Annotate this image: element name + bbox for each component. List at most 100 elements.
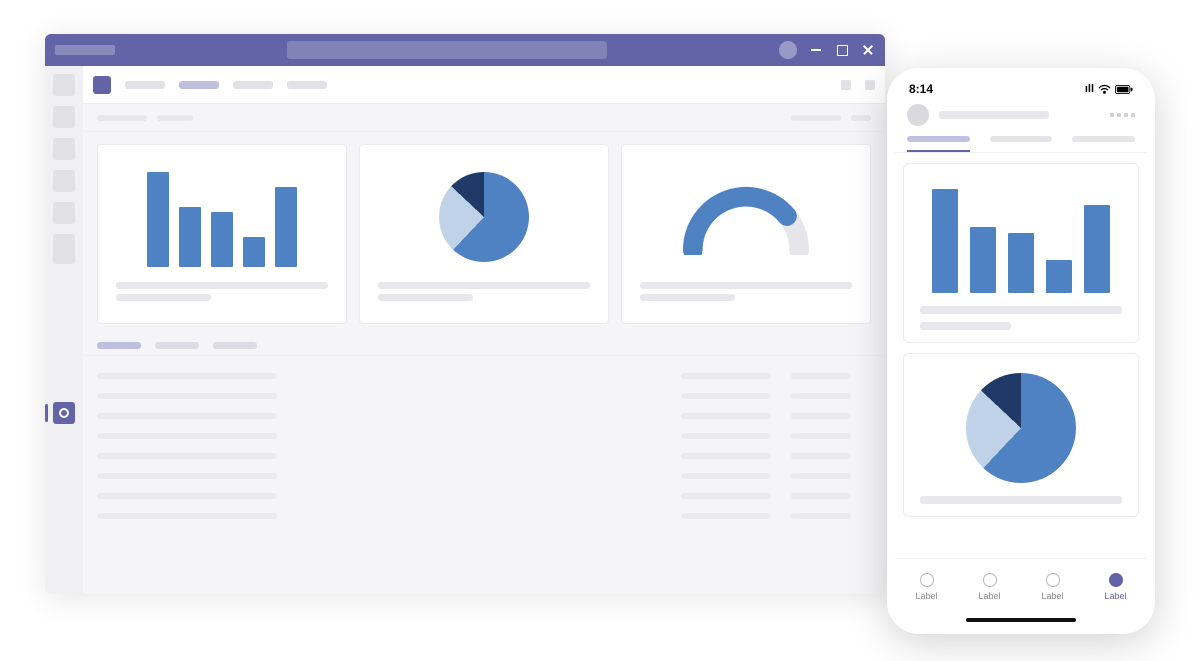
rail-item[interactable] — [53, 234, 75, 264]
close-button[interactable] — [861, 43, 875, 57]
bar-chart — [147, 167, 297, 267]
table-cell — [681, 453, 771, 459]
mobile-card-pie — [903, 353, 1139, 517]
header-action[interactable] — [841, 80, 851, 90]
nav-icon — [920, 573, 934, 587]
breadcrumb-item[interactable] — [157, 115, 193, 121]
rail-item[interactable] — [53, 202, 75, 224]
table-cell — [681, 493, 771, 499]
table-cell — [97, 373, 277, 379]
gauge-chart — [676, 180, 816, 255]
nav-item[interactable]: Label — [1041, 573, 1063, 601]
mobile-tab[interactable] — [990, 136, 1053, 152]
mobile-scroll-area[interactable] — [895, 153, 1147, 558]
minimize-button[interactable] — [809, 43, 823, 57]
card-gauge-chart — [621, 144, 871, 324]
toolbar-action[interactable] — [791, 115, 841, 121]
tab[interactable] — [233, 81, 273, 89]
card-pie-chart — [359, 144, 609, 324]
cards-row — [83, 132, 885, 336]
table-cell — [97, 453, 277, 459]
table-cell — [791, 413, 851, 419]
card-caption-line — [116, 282, 328, 289]
app-icon — [93, 76, 111, 94]
pie-chart — [439, 172, 529, 262]
table-cell — [681, 413, 771, 419]
more-grid-icon[interactable] — [1110, 113, 1135, 117]
table-cell — [681, 513, 771, 519]
card-bar-chart — [97, 144, 347, 324]
card-caption-line — [378, 282, 590, 289]
tab[interactable] — [287, 81, 327, 89]
breadcrumb-item[interactable] — [97, 115, 147, 121]
nav-label: Label — [1104, 591, 1126, 601]
nav-item[interactable]: Label — [978, 573, 1000, 601]
rail-item[interactable] — [53, 74, 75, 96]
nav-item[interactable]: Label — [915, 573, 937, 601]
rail-item[interactable] — [53, 106, 75, 128]
mobile-tab-active[interactable] — [907, 136, 970, 152]
table-row[interactable] — [97, 506, 871, 526]
table-cell — [97, 493, 277, 499]
status-time: 8:14 — [909, 82, 933, 96]
header-title-placeholder — [939, 111, 1049, 119]
mobile-tabs — [895, 136, 1147, 153]
rail-item-active[interactable] — [53, 402, 75, 424]
table-row[interactable] — [97, 426, 871, 446]
table-cell — [791, 493, 851, 499]
signal-icon: ıll — [1085, 83, 1094, 95]
table-cell — [791, 453, 851, 459]
desktop-window — [45, 34, 885, 594]
rail-item[interactable] — [53, 138, 75, 160]
table-row[interactable] — [97, 406, 871, 426]
tab[interactable] — [125, 81, 165, 89]
card-caption-line — [920, 496, 1122, 504]
tab-active[interactable] — [179, 81, 219, 89]
header-action[interactable] — [865, 80, 875, 90]
table-cell — [97, 513, 277, 519]
maximize-button[interactable] — [835, 43, 849, 57]
table-cell — [681, 473, 771, 479]
mobile-tab[interactable] — [1072, 136, 1135, 152]
mobile-header — [895, 98, 1147, 136]
table-row[interactable] — [97, 386, 871, 406]
nav-label: Label — [1041, 591, 1063, 601]
table-cell — [791, 513, 851, 519]
card-caption-line — [920, 322, 1011, 330]
table-cell — [791, 473, 851, 479]
mobile-device: 8:14 ıll Label Label Label Label — [887, 68, 1155, 634]
battery-icon — [1115, 85, 1133, 94]
nav-label: Label — [915, 591, 937, 601]
user-avatar[interactable] — [779, 41, 797, 59]
table-cell — [681, 393, 771, 399]
table-row[interactable] — [97, 486, 871, 506]
sub-tab[interactable] — [155, 342, 199, 349]
nav-item-active[interactable]: Label — [1104, 573, 1126, 601]
home-indicator — [966, 618, 1076, 622]
sub-tab[interactable] — [213, 342, 257, 349]
bar-chart — [932, 183, 1110, 293]
card-caption-line — [920, 306, 1122, 314]
card-caption-line — [378, 294, 473, 301]
table-cell — [681, 433, 771, 439]
table-cell — [97, 393, 277, 399]
search-input[interactable] — [287, 41, 607, 59]
table-cell — [791, 373, 851, 379]
app-rail — [45, 66, 83, 594]
nav-icon — [1109, 573, 1123, 587]
status-bar: 8:14 ıll — [895, 78, 1147, 98]
rail-item[interactable] — [53, 170, 75, 192]
sub-tab-active[interactable] — [97, 342, 141, 349]
toolbar-action[interactable] — [851, 115, 871, 121]
table-row[interactable] — [97, 366, 871, 386]
title-bar — [45, 34, 885, 66]
active-app-icon — [59, 408, 69, 418]
card-caption-line — [116, 294, 211, 301]
table-row[interactable] — [97, 466, 871, 486]
mobile-card-bar — [903, 163, 1139, 343]
table-row[interactable] — [97, 446, 871, 466]
table-cell — [97, 473, 277, 479]
mobile-bottom-nav: Label Label Label Label — [895, 558, 1147, 614]
user-avatar[interactable] — [907, 104, 929, 126]
wifi-icon — [1098, 84, 1111, 94]
